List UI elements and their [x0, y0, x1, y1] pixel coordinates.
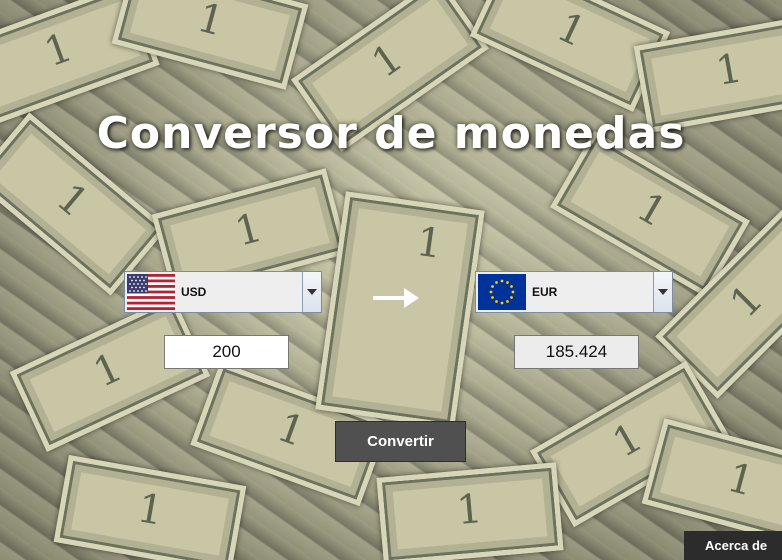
chevron-down-icon [658, 289, 668, 295]
from-dropdown-button[interactable] [302, 272, 321, 312]
from-currency-select[interactable]: USD [124, 271, 322, 313]
app-title: Conversor de monedas [96, 108, 686, 159]
convert-button[interactable]: Convertir [335, 421, 466, 462]
to-amount-output [514, 335, 639, 369]
chevron-down-icon [307, 289, 317, 295]
to-dropdown-button[interactable] [653, 272, 672, 312]
to-currency-select[interactable]: EUR [475, 271, 673, 313]
convert-button-label: Convertir [367, 433, 434, 450]
about-button[interactable]: Acerca de [684, 531, 782, 560]
about-button-label: Acerca de [705, 538, 768, 553]
us-flag-icon [127, 274, 175, 310]
from-amount-input[interactable] [164, 335, 289, 369]
to-currency-code: EUR [532, 285, 558, 299]
right-arrow-icon [373, 288, 419, 308]
eu-flag-icon [478, 274, 526, 310]
from-currency-code: USD [181, 285, 207, 299]
